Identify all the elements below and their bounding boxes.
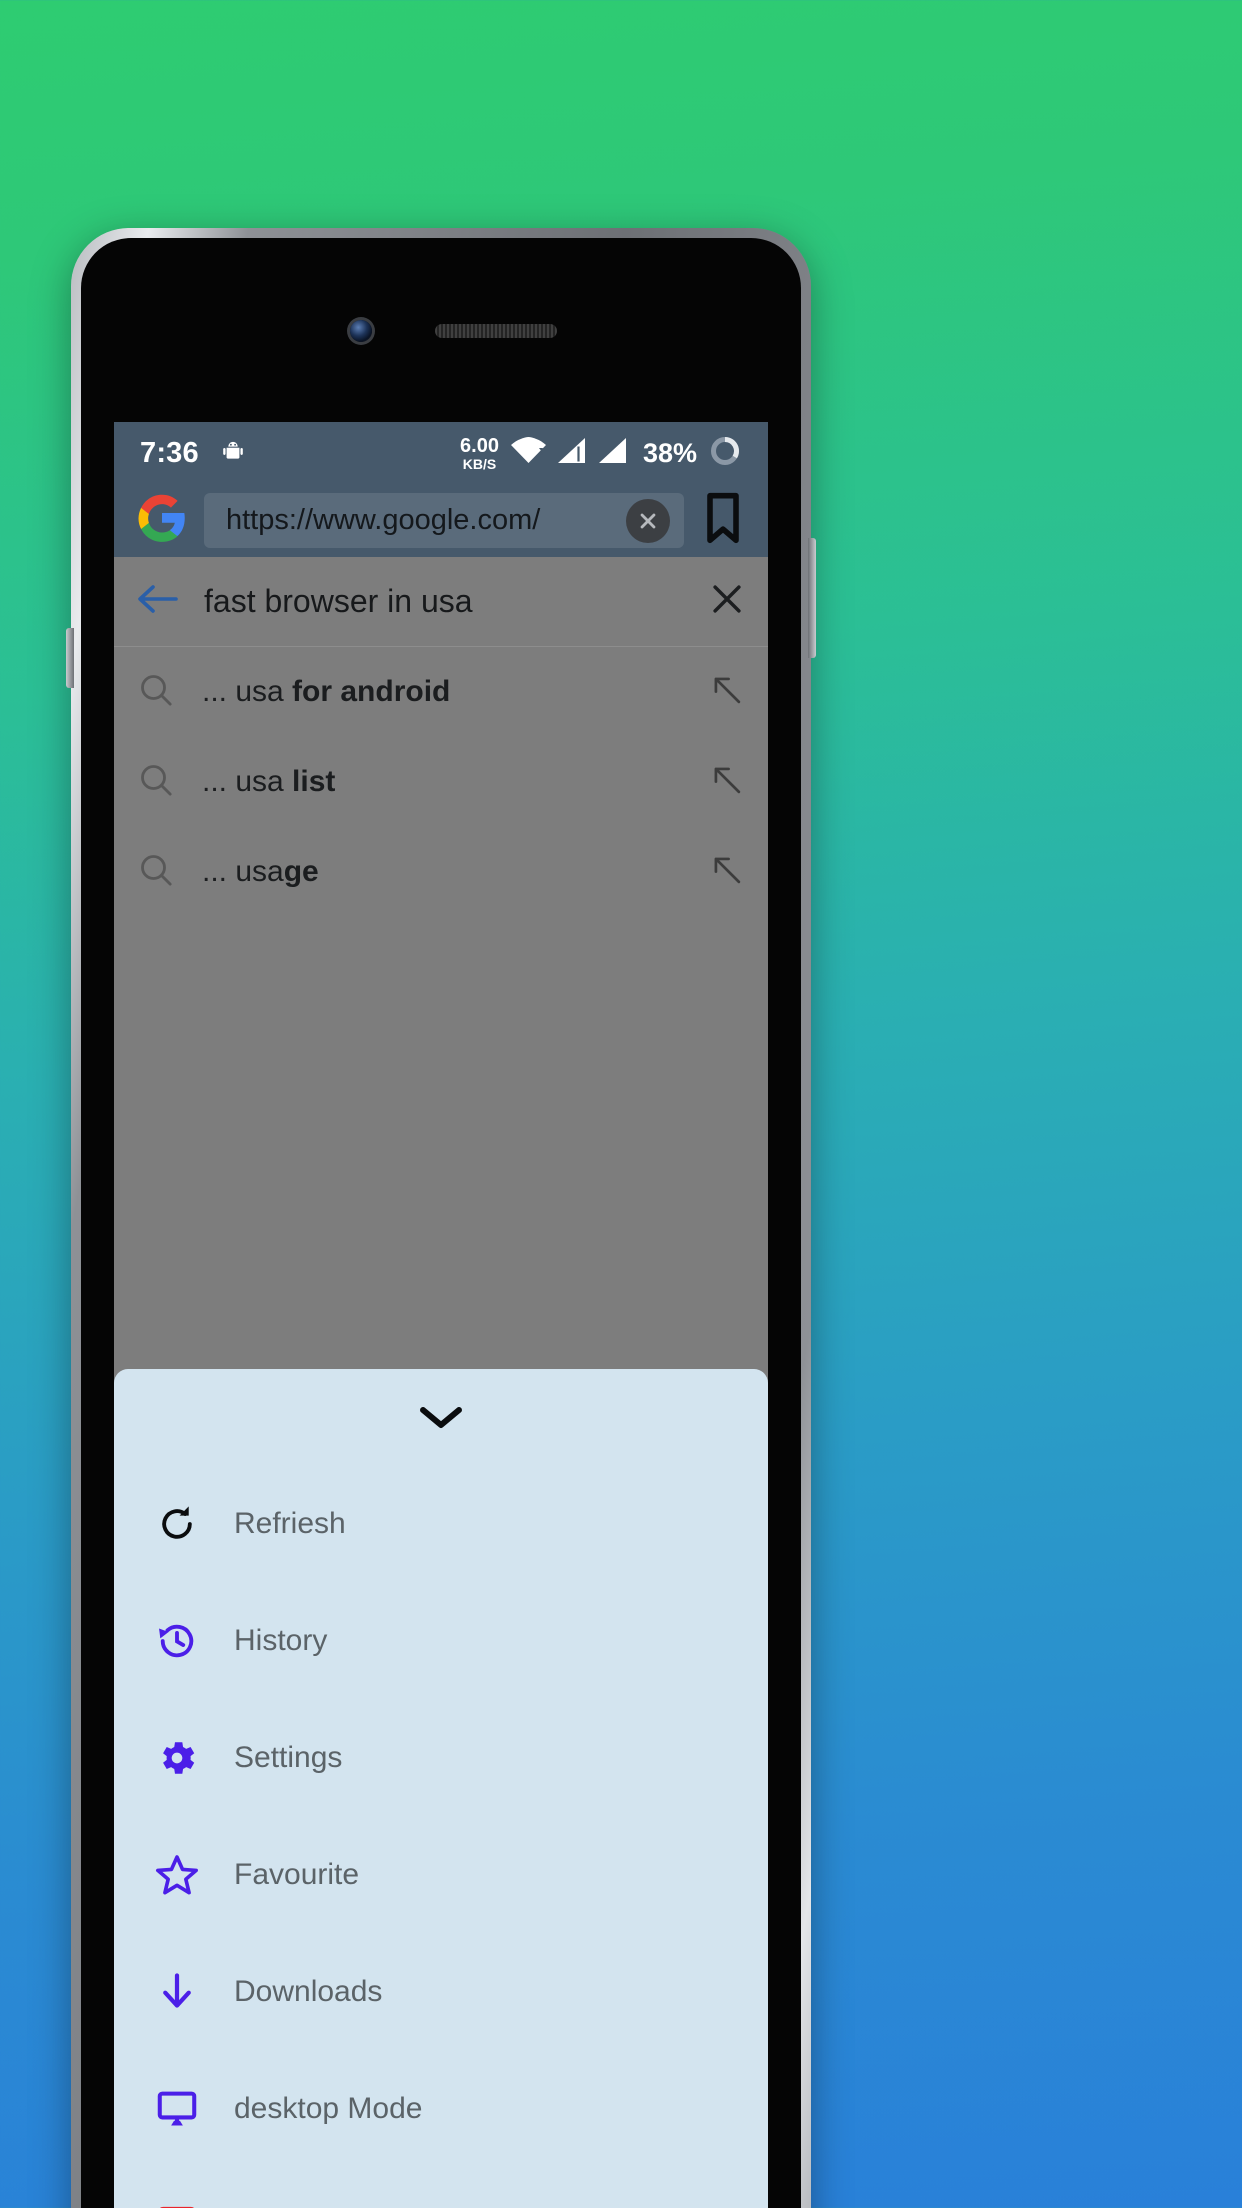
search-icon — [136, 670, 176, 715]
chevron-down-icon[interactable] — [114, 1369, 768, 1465]
phone-bezel: 7:36 6.00 KB/S 38% https://www.google.co… — [81, 238, 801, 2208]
menu-item-settings[interactable]: Settings — [114, 1699, 768, 1816]
menu-item-label: Favourite — [234, 1857, 360, 1891]
suggestion-item[interactable]: ... usa list — [114, 737, 768, 827]
browser-url-bar: https://www.google.com/ — [114, 484, 768, 557]
suggestion-item[interactable]: ... usa for android — [114, 647, 768, 737]
menu-item-label: History — [234, 1623, 328, 1657]
phone-screen: 7:36 6.00 KB/S 38% https://www.google.co… — [114, 422, 768, 2208]
star-icon — [154, 1852, 200, 1898]
search-icon — [136, 850, 176, 895]
cell-signal-icon — [598, 437, 628, 469]
arrow-up-left-icon[interactable] — [708, 671, 746, 714]
arrow-back-icon[interactable] — [136, 583, 178, 620]
url-input[interactable]: https://www.google.com/ — [204, 493, 684, 548]
menu-item-desktop-mode[interactable]: desktop Mode — [114, 2050, 768, 2167]
close-icon[interactable] — [708, 580, 746, 623]
arrow-up-left-icon[interactable] — [708, 851, 746, 894]
android-robot-icon — [219, 437, 247, 470]
bookmark-icon[interactable] — [700, 492, 746, 549]
download-arrow-icon — [154, 1969, 200, 2015]
close-circle-icon[interactable] — [626, 498, 670, 543]
front-camera-icon — [350, 320, 372, 342]
suggestion-text: ... usage — [202, 855, 319, 888]
menu-item-downloads[interactable]: Downloads — [114, 1933, 768, 2050]
earpiece-speaker — [435, 324, 557, 338]
suggestion-text: ... usa for android — [202, 675, 451, 708]
volume-button[interactable] — [66, 628, 74, 688]
status-bar: 7:36 6.00 KB/S 38% — [114, 422, 768, 484]
menu-item-exit-browser[interactable]: Exit Web Browser — [114, 2167, 768, 2208]
power-button[interactable] — [808, 538, 816, 658]
url-text: https://www.google.com/ — [226, 504, 541, 536]
refresh-icon — [154, 1501, 200, 1547]
suggestion-text: ... usa list — [202, 765, 336, 798]
menu-item-label: Refriesh — [234, 1506, 346, 1540]
menu-item-favourite[interactable]: Favourite — [114, 1816, 768, 1933]
search-query-text[interactable]: fast browser in usa — [204, 583, 682, 620]
phone-device-frame: 7:36 6.00 KB/S 38% https://www.google.co… — [66, 228, 816, 2208]
search-input-row: fast browser in usa — [114, 557, 768, 647]
menu-item-label: desktop Mode — [234, 2091, 423, 2125]
gear-icon — [154, 1735, 200, 1781]
monitor-icon — [154, 2086, 200, 2132]
browser-menu-sheet: Refriesh History Settings Favourite Down… — [114, 1369, 768, 2208]
menu-item-refresh[interactable]: Refriesh — [114, 1465, 768, 1582]
network-speed: 6.00 KB/S — [460, 434, 499, 472]
status-time: 7:36 — [140, 436, 199, 469]
arrow-up-left-icon[interactable] — [708, 761, 746, 804]
menu-item-history[interactable]: History — [114, 1582, 768, 1699]
google-g-icon[interactable] — [136, 492, 188, 549]
battery-circle-icon — [708, 434, 742, 473]
exit-icon — [154, 2203, 200, 2208]
cell-signal-icon — [557, 437, 587, 469]
menu-item-label: Settings — [234, 1740, 343, 1774]
search-overlay: fast browser in usa ... usa for android … — [114, 557, 768, 917]
history-icon — [154, 1618, 200, 1664]
menu-item-label: Downloads — [234, 1974, 383, 2008]
battery-percent: 38% — [642, 437, 697, 468]
suggestion-item[interactable]: ... usage — [114, 827, 768, 917]
wifi-icon — [510, 436, 546, 470]
search-icon — [136, 760, 176, 805]
